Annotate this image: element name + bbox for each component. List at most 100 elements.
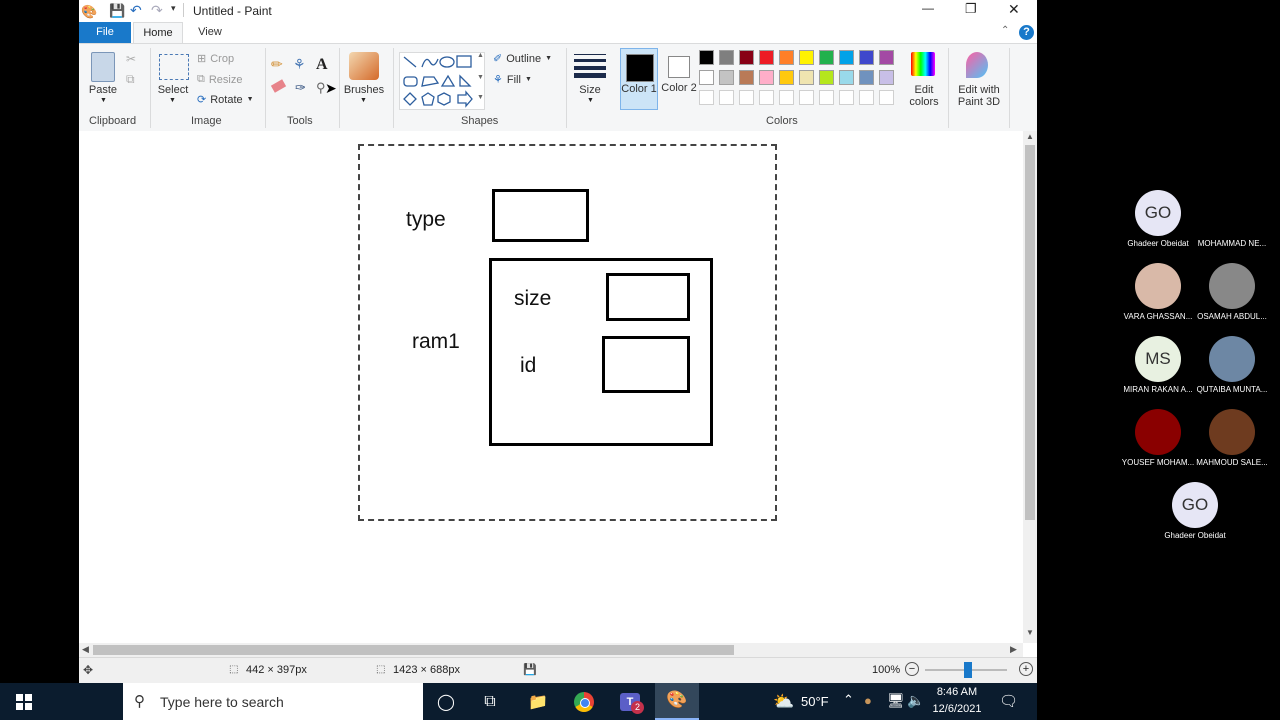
minimize-button[interactable]: — xyxy=(922,1,934,15)
vertical-scroll-thumb[interactable] xyxy=(1025,145,1035,520)
participant-tile[interactable]: GO Ghadeer Obeidat xyxy=(1118,190,1198,248)
edit-colors-icon[interactable] xyxy=(911,52,935,76)
palette-custom-swatch[interactable] xyxy=(699,90,714,105)
fill-bucket-icon[interactable]: ⚘ xyxy=(293,56,306,73)
palette-color-swatch[interactable] xyxy=(839,70,854,85)
palette-color-swatch[interactable] xyxy=(719,50,734,65)
size-label[interactable]: Size xyxy=(572,84,608,96)
palette-custom-swatch[interactable] xyxy=(799,90,814,105)
palette-color-swatch[interactable] xyxy=(719,70,734,85)
task-view-icon[interactable]: ⧉ xyxy=(477,689,503,715)
close-button[interactable]: ✕ xyxy=(1008,1,1020,18)
crop-button[interactable]: ⊞ Crop xyxy=(197,52,234,66)
paste-dropdown-icon[interactable]: ▼ xyxy=(100,97,107,104)
zoom-in-button[interactable]: + xyxy=(1019,662,1033,676)
palette-custom-swatch[interactable] xyxy=(819,90,834,105)
palette-color-swatch[interactable] xyxy=(779,50,794,65)
palette-color-swatch[interactable] xyxy=(839,50,854,65)
teams-icon[interactable]: T 2 xyxy=(617,689,644,715)
paint-taskbar-button[interactable]: 🎨 xyxy=(655,683,699,720)
outline-button[interactable]: ✐ Outline ▼ xyxy=(493,52,552,66)
taskbar-search-box[interactable]: ⚲ Type here to search xyxy=(123,683,423,720)
text-tool-icon[interactable]: A xyxy=(316,56,328,74)
participant-tile[interactable]: QUTAIBA MUNTA... xyxy=(1192,336,1272,394)
cut-icon[interactable]: ✂ xyxy=(126,52,136,66)
scroll-up-icon[interactable]: ▲ xyxy=(1026,132,1034,141)
chrome-icon[interactable] xyxy=(571,689,597,715)
rotate-button[interactable]: ⟳ Rotate ▼ xyxy=(197,93,254,107)
edit-colors-label[interactable]: Edit colors xyxy=(905,84,943,108)
size-icon[interactable] xyxy=(574,52,606,78)
pencil-icon[interactable]: ✏ xyxy=(271,56,283,73)
palette-color-swatch[interactable] xyxy=(859,50,874,65)
network-icon[interactable]: 🖥 xyxy=(887,692,905,709)
tray-app-icon[interactable]: ● xyxy=(864,693,872,708)
color1-button[interactable]: Color 1 xyxy=(620,48,658,110)
palette-color-swatch[interactable] xyxy=(759,50,774,65)
cortana-icon[interactable]: ◯ xyxy=(433,689,459,715)
palette-custom-swatch[interactable] xyxy=(879,90,894,105)
palette-color-swatch[interactable] xyxy=(819,70,834,85)
undo-icon[interactable]: ↶ xyxy=(130,2,142,19)
paint3d-icon[interactable] xyxy=(966,52,988,78)
redo-icon[interactable]: ↷ xyxy=(151,2,163,19)
palette-color-swatch[interactable] xyxy=(799,50,814,65)
palette-color-swatch[interactable] xyxy=(739,50,754,65)
eraser-icon[interactable] xyxy=(270,79,287,93)
clock-date[interactable]: 12/6/2021 xyxy=(929,703,985,715)
weather-temp[interactable]: 50°F xyxy=(801,694,829,709)
palette-color-swatch[interactable] xyxy=(739,70,754,85)
save-icon[interactable]: 💾 xyxy=(109,3,125,19)
participant-tile[interactable]: MAHMOUD SALE... xyxy=(1192,409,1272,467)
zoom-slider-thumb[interactable] xyxy=(964,662,972,678)
volume-icon[interactable]: 🔈 xyxy=(907,692,924,709)
paint-app-icon[interactable]: 🎨 xyxy=(81,4,97,20)
palette-color-swatch[interactable] xyxy=(759,70,774,85)
show-hidden-icons[interactable]: ⌃ xyxy=(843,692,854,708)
palette-color-swatch[interactable] xyxy=(859,70,874,85)
palette-color-swatch[interactable] xyxy=(699,50,714,65)
clock-time[interactable]: 8:46 AM xyxy=(929,686,985,698)
palette-custom-swatch[interactable] xyxy=(719,90,734,105)
shapes-scroll-up-icon[interactable]: ▲ xyxy=(477,52,484,59)
customize-icon[interactable]: ▾ xyxy=(171,3,176,14)
select-icon[interactable] xyxy=(159,54,189,80)
palette-custom-swatch[interactable] xyxy=(779,90,794,105)
select-dropdown-icon[interactable]: ▼ xyxy=(169,97,176,104)
color-picker-icon[interactable]: ✑ xyxy=(295,80,306,96)
scroll-right-icon[interactable]: ▶ xyxy=(1010,644,1017,655)
participant-tile[interactable]: GO Ghadeer Obeidat xyxy=(1155,482,1235,540)
palette-color-swatch[interactable] xyxy=(879,50,894,65)
participant-tile[interactable]: MS MIRAN RAKAN A... xyxy=(1118,336,1198,394)
brushes-label[interactable]: Brushes xyxy=(343,84,385,96)
palette-color-swatch[interactable] xyxy=(819,50,834,65)
scroll-left-icon[interactable]: ◀ xyxy=(82,644,89,655)
zoom-out-button[interactable]: − xyxy=(905,662,919,676)
drawing-canvas[interactable]: type ram1 size id xyxy=(358,144,777,521)
palette-color-swatch[interactable] xyxy=(699,70,714,85)
help-icon[interactable]: ? xyxy=(1019,25,1034,40)
horizontal-scroll-thumb[interactable] xyxy=(93,645,734,655)
palette-custom-swatch[interactable] xyxy=(739,90,754,105)
palette-custom-swatch[interactable] xyxy=(859,90,874,105)
tab-home[interactable]: Home xyxy=(133,22,183,43)
action-center-icon[interactable]: 🗨 xyxy=(999,692,1018,710)
palette-color-swatch[interactable] xyxy=(779,70,794,85)
select-label[interactable]: Select xyxy=(155,84,191,96)
shapes-more-icon[interactable]: ▼ xyxy=(477,94,484,101)
palette-custom-swatch[interactable] xyxy=(759,90,774,105)
weather-icon[interactable]: ⛅ xyxy=(773,692,794,712)
copy-icon[interactable]: ⧉ xyxy=(126,72,135,87)
fill-button[interactable]: ⚘ Fill ▼ xyxy=(493,73,532,87)
tab-view[interactable]: View xyxy=(187,22,233,43)
scroll-down-icon[interactable]: ▼ xyxy=(1026,628,1034,637)
participant-tile[interactable]: VARA GHASSAN... xyxy=(1118,263,1198,321)
collapse-ribbon-icon[interactable]: ⌃ xyxy=(1001,25,1009,36)
resize-button[interactable]: ⧉ Resize xyxy=(197,73,242,86)
color2-button[interactable]: Color 2 xyxy=(661,48,699,110)
vertical-scrollbar[interactable]: ▲ ▼ xyxy=(1023,131,1037,643)
shapes-scroll-down-icon[interactable]: ▼ xyxy=(477,74,484,81)
file-explorer-icon[interactable]: 📁 xyxy=(525,689,551,715)
horizontal-scrollbar[interactable]: ◀ ▶ xyxy=(79,643,1023,657)
paint3d-label[interactable]: Edit with Paint 3D xyxy=(951,84,1007,108)
